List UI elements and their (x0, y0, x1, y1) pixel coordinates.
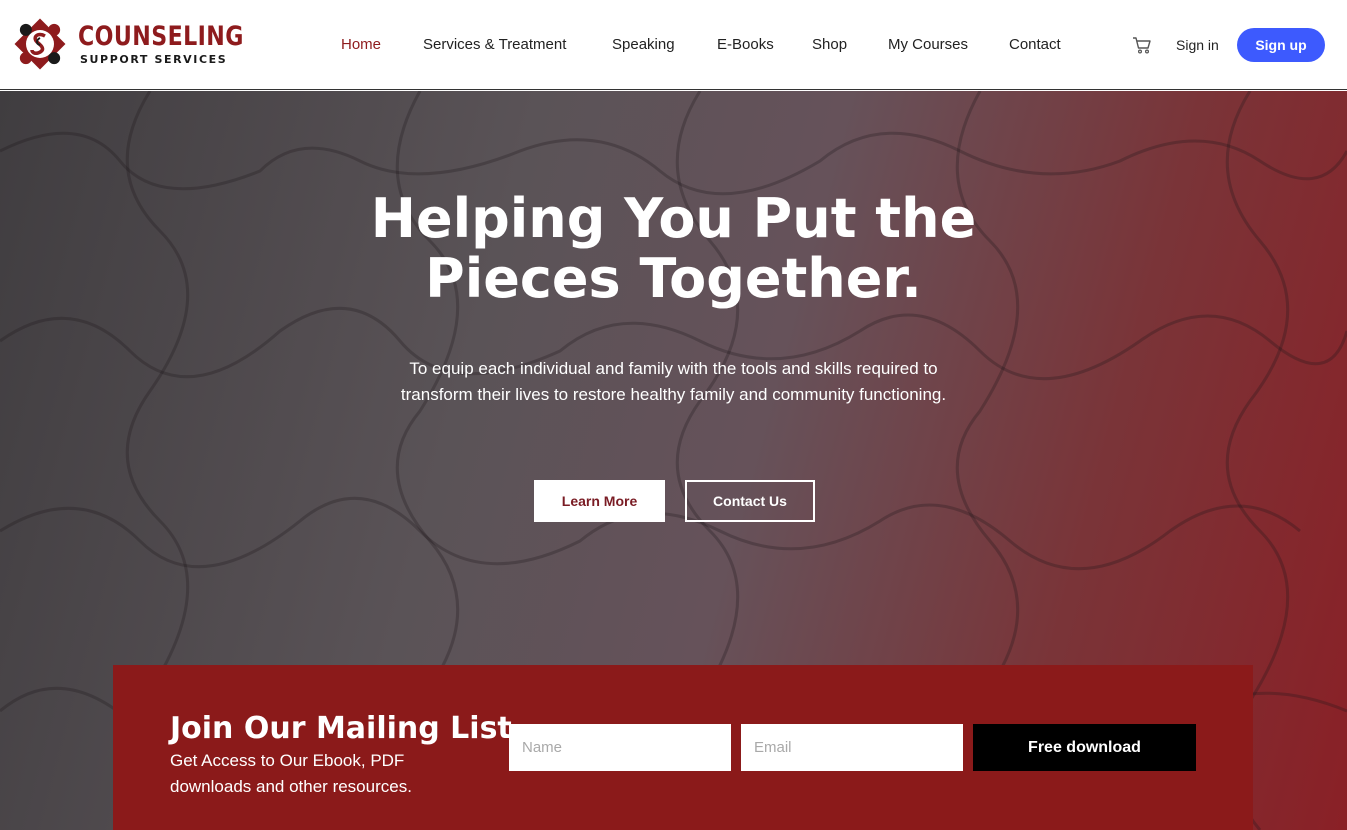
nav-contact[interactable]: Contact (1009, 36, 1061, 53)
nav-shop[interactable]: Shop (812, 36, 847, 53)
mailing-list-description: Get Access to Our Ebook, PDF downloads a… (170, 751, 412, 796)
hero-section: Helping You Put the Pieces Together. To … (0, 91, 1347, 830)
contact-us-button[interactable]: Contact Us (685, 480, 815, 522)
email-input[interactable] (741, 724, 963, 771)
nav-home[interactable]: Home (341, 36, 381, 53)
name-input[interactable] (509, 724, 731, 771)
sign-up-button[interactable]: Sign up (1237, 28, 1325, 62)
shopping-cart-icon[interactable] (1132, 35, 1152, 55)
hero-subtitle: To equip each individual and family with… (400, 359, 947, 404)
sign-in-link[interactable]: Sign in (1176, 37, 1219, 53)
mailing-list-panel: Join Our Mailing List Get Access to Our … (113, 665, 1253, 830)
nav-speaking[interactable]: Speaking (612, 36, 675, 53)
nav-services-treatment[interactable]: Services & Treatment (423, 36, 566, 53)
site-header: COUNSELING SUPPORT SERVICES Home Service… (0, 0, 1347, 90)
free-download-button[interactable]: Free download (973, 724, 1196, 771)
mailing-list-title: Join Our Mailing List (170, 711, 512, 746)
learn-more-button[interactable]: Learn More (534, 480, 665, 522)
nav-my-courses[interactable]: My Courses (888, 36, 968, 53)
hero-title: Helping You Put the Pieces Together. (370, 187, 977, 310)
nav-ebooks[interactable]: E-Books (717, 36, 774, 53)
